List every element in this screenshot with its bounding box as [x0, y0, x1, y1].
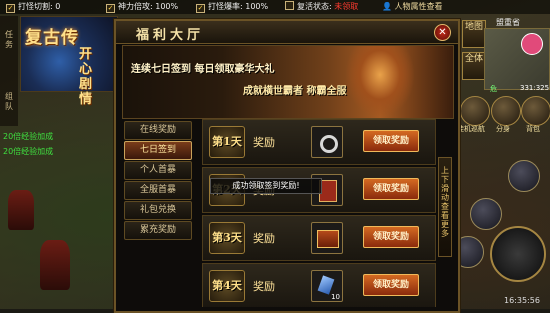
claim-button[interactable]: 领取奖励	[363, 178, 419, 200]
map-button[interactable]: 地图	[462, 20, 486, 48]
gem-icon[interactable]: 10	[311, 270, 343, 302]
ring-shape	[320, 135, 338, 153]
signin-banner: 连续七日签到 每日领取豪华大礼 成就横世霸者 称霸全服	[122, 45, 454, 119]
reward-label: 奖励	[253, 232, 275, 245]
tab-personal-first-drop[interactable]: 个人首暴	[124, 161, 192, 180]
checkbox-icon[interactable]	[285, 1, 294, 10]
coords-readout: 331:325	[520, 84, 550, 92]
checkbox-icon[interactable]	[106, 4, 115, 13]
day-badge: 第3天	[209, 222, 245, 254]
event-icon[interactable]	[521, 33, 543, 55]
dialog-titlebar: 福利大厅 ✕	[116, 21, 458, 44]
left-side-tabs: 任务 组队	[0, 16, 18, 126]
tab-task[interactable]: 任务	[2, 30, 16, 50]
clock: 16:35:56	[504, 296, 540, 305]
tab-seven-day-signin[interactable]: 七日签到	[124, 141, 192, 160]
item-count: 10	[331, 293, 340, 301]
danger-label: 危	[490, 85, 497, 93]
ring-icon[interactable]	[311, 126, 343, 158]
npc-figure[interactable]	[8, 190, 34, 230]
close-button[interactable]: ✕	[434, 24, 451, 41]
game-logo-title: 复古传	[25, 28, 79, 48]
scroll-hint[interactable]: 上下滑动查看更多	[438, 157, 452, 257]
minimap[interactable]	[484, 28, 550, 90]
tab-recharge-reward[interactable]: 累充奖励	[124, 221, 192, 240]
game-logo: 复古传 开心剧情	[20, 16, 118, 107]
bag-button[interactable]	[521, 96, 550, 126]
tab-server-first-drop[interactable]: 全服首暴	[124, 181, 192, 200]
auto-patrol-button[interactable]	[460, 96, 490, 126]
claim-button[interactable]: 领取奖励	[363, 274, 419, 296]
tab-team[interactable]: 组队	[2, 92, 16, 112]
attack-button[interactable]	[490, 226, 546, 282]
status-item-droprate[interactable]: 打怪爆率: 100%	[196, 0, 268, 14]
chest-icon[interactable]	[311, 222, 343, 254]
chat-line: 20倍经验加成	[3, 147, 54, 156]
warrior-illustration	[345, 46, 415, 118]
status-item-revive[interactable]: 复活状态: 未领取	[285, 0, 358, 14]
game-logo-subtitle: 开心剧情	[79, 47, 93, 107]
player-character[interactable]	[40, 240, 70, 290]
status-bar: 打怪切割: 0 神力倍攻: 100% 打怪爆率: 100% 复活状态: 未领取 …	[0, 0, 550, 14]
reward-list[interactable]: 第1天 奖励 领取奖励 第2天 奖励 领取奖励 第3天 奖励 领取奖励 第4天 …	[202, 117, 438, 307]
all-button[interactable]: 全体	[462, 52, 486, 80]
banner-line-1: 连续七日签到 每日领取豪华大礼	[131, 64, 275, 75]
status-item-split[interactable]: 打怪切割: 0	[6, 0, 60, 14]
attribute-view-button[interactable]: 👤 人物属性查看	[382, 0, 443, 14]
reward-row: 第1天 奖励 领取奖励	[202, 119, 436, 165]
reward-label: 奖励	[253, 136, 275, 149]
reward-row: 第4天 奖励 10 领取奖励	[202, 263, 436, 307]
skill-slot[interactable]	[508, 160, 540, 192]
clone-button[interactable]	[491, 96, 521, 126]
claim-button[interactable]: 领取奖励	[363, 130, 419, 152]
checkbox-icon[interactable]	[196, 4, 205, 13]
banner-line-2: 成就横世霸者 称霸全服	[243, 86, 347, 97]
tab-gift-redeem[interactable]: 礼包兑换	[124, 201, 192, 220]
chest-shape	[317, 230, 339, 248]
checkbox-icon[interactable]	[6, 4, 15, 13]
day-badge: 第1天	[209, 126, 245, 158]
reward-label: 奖励	[253, 280, 275, 293]
welfare-dialog: 福利大厅 ✕ 连续七日签到 每日领取豪华大礼 成就横世霸者 称霸全服 在线奖励 …	[114, 19, 460, 313]
toast-message: 成功领取签到奖励!	[210, 178, 322, 194]
location-name: 盟重省	[496, 18, 520, 27]
gem-shape	[317, 275, 335, 295]
reward-row: 第3天 奖励 领取奖励	[202, 215, 436, 261]
day-badge: 第4天	[209, 270, 245, 302]
dialog-title: 福利大厅	[136, 28, 205, 43]
skill-slot[interactable]	[470, 198, 502, 230]
welfare-tabs: 在线奖励 七日签到 个人首暴 全服首暴 礼包兑换 累充奖励	[124, 121, 192, 305]
tab-online-reward[interactable]: 在线奖励	[124, 121, 192, 140]
status-item-power[interactable]: 神力倍攻: 100%	[106, 0, 178, 14]
claim-button[interactable]: 领取奖励	[363, 226, 419, 248]
scroll-hint-text: 上下滑动查看更多	[441, 166, 449, 238]
chat-line: 20倍经验加成	[3, 132, 54, 141]
